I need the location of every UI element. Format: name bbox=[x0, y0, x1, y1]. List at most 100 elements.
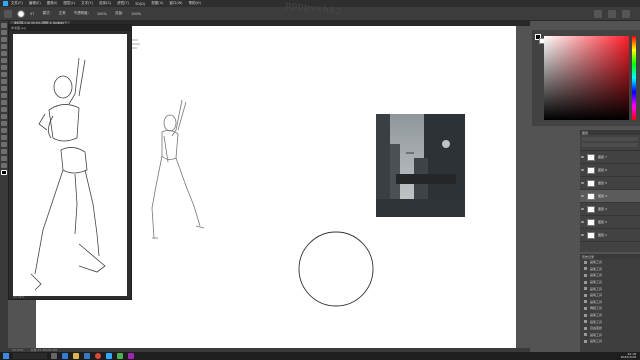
eye-icon[interactable] bbox=[581, 234, 584, 236]
ellipse-shape bbox=[298, 231, 374, 307]
layer-row[interactable]: 图层 1 bbox=[580, 229, 640, 242]
menu-edit[interactable]: 编辑(E) bbox=[29, 1, 41, 6]
history-item[interactable]: 自由变换 bbox=[580, 325, 640, 332]
eyedropper-tool-icon[interactable] bbox=[1, 58, 7, 63]
brush-tool-icon[interactable] bbox=[4, 9, 12, 18]
app-icon[interactable] bbox=[128, 353, 134, 359]
layer-name: 图层 7 bbox=[598, 155, 607, 159]
windows-start-icon[interactable] bbox=[3, 353, 9, 359]
brush-icon bbox=[584, 320, 587, 324]
layer-row[interactable]: 图层 2 bbox=[580, 216, 640, 229]
workspace-icon[interactable] bbox=[608, 10, 616, 18]
store-icon[interactable] bbox=[84, 353, 90, 359]
scribble-marks bbox=[132, 39, 140, 49]
path-select-tool-icon[interactable] bbox=[1, 135, 7, 140]
flow-value[interactable]: 100% bbox=[131, 12, 141, 16]
gradient-tool-icon[interactable] bbox=[1, 100, 7, 105]
lasso-tool-icon[interactable] bbox=[1, 37, 7, 42]
search-icon[interactable] bbox=[594, 10, 602, 18]
eye-icon[interactable] bbox=[581, 156, 584, 158]
shape-tool-icon[interactable] bbox=[1, 142, 7, 147]
reference-sketch bbox=[13, 34, 127, 296]
type-tool-icon[interactable] bbox=[1, 128, 7, 133]
layer-row[interactable]: 图层 5 bbox=[580, 177, 640, 190]
color-field[interactable] bbox=[544, 36, 629, 120]
history-item[interactable]: 画笔工具 bbox=[580, 259, 640, 266]
menu-filter[interactable]: 滤镜(T) bbox=[117, 1, 129, 6]
folder-icon[interactable] bbox=[73, 353, 79, 359]
history-item-label: 画笔工具 bbox=[590, 273, 603, 278]
hand-tool-icon[interactable] bbox=[1, 149, 7, 154]
history-item[interactable]: 椭圆工具 bbox=[580, 305, 640, 312]
color-swatch-icon[interactable] bbox=[1, 170, 7, 175]
history-item[interactable]: 画笔工具 bbox=[580, 292, 640, 299]
menu-view[interactable]: 视图(V) bbox=[151, 1, 163, 6]
taskbar-clock[interactable]: 20:18 2020/3/28 bbox=[621, 353, 636, 359]
layer-row[interactable]: 图层 3 bbox=[580, 203, 640, 216]
layer-filter-row[interactable] bbox=[582, 137, 638, 141]
figure-sketch-large bbox=[30, 57, 106, 291]
mode-select[interactable]: 正常 bbox=[59, 11, 66, 16]
move-tool-icon[interactable] bbox=[1, 23, 7, 28]
history-brush-tool-icon[interactable] bbox=[1, 86, 7, 91]
ellipse-icon bbox=[584, 306, 587, 310]
history-item[interactable]: 画笔工具 bbox=[580, 279, 640, 286]
history-item[interactable]: 画笔工具 bbox=[580, 332, 640, 339]
layer-row[interactable]: 图层 7 bbox=[580, 151, 640, 164]
eye-icon[interactable] bbox=[581, 195, 584, 197]
menu-file[interactable]: 文件(F) bbox=[11, 1, 23, 6]
taskbar-search[interactable] bbox=[13, 353, 47, 359]
menu-window[interactable]: 窗口(W) bbox=[169, 1, 182, 6]
task-view-icon[interactable] bbox=[51, 353, 57, 359]
history-item[interactable]: 画笔工具 bbox=[580, 266, 640, 273]
layer-row[interactable]: 图层 6 bbox=[580, 164, 640, 177]
eye-icon[interactable] bbox=[581, 221, 584, 223]
eye-icon[interactable] bbox=[581, 182, 584, 184]
pen-tool-icon[interactable] bbox=[1, 121, 7, 126]
brush-icon bbox=[584, 267, 587, 271]
eraser-tool-icon[interactable] bbox=[1, 93, 7, 98]
figure-sketch-small bbox=[151, 99, 205, 239]
crop-tool-icon[interactable] bbox=[1, 51, 7, 56]
history-item[interactable]: 画笔工具 bbox=[580, 318, 640, 325]
stamp-tool-icon[interactable] bbox=[1, 79, 7, 84]
eye-icon[interactable] bbox=[581, 169, 584, 171]
brush-tool-icon[interactable] bbox=[1, 72, 7, 77]
history-item[interactable]: 画笔工具 bbox=[580, 312, 640, 319]
blend-mode-row[interactable] bbox=[582, 143, 638, 147]
share-icon[interactable] bbox=[622, 10, 630, 18]
reference-window-title[interactable]: 参考图.jpg bbox=[9, 25, 131, 31]
photoshop-taskbar-icon[interactable] bbox=[106, 353, 112, 359]
menu-3d[interactable]: 3D(D) bbox=[135, 2, 145, 6]
zoom-tool-icon[interactable] bbox=[1, 156, 7, 161]
browser-icon[interactable] bbox=[62, 353, 68, 359]
menu-help[interactable]: 帮助(H) bbox=[189, 1, 201, 6]
blur-tool-icon[interactable] bbox=[1, 107, 7, 112]
reference-image-thumbnail[interactable] bbox=[376, 114, 465, 217]
quick-select-tool-icon[interactable] bbox=[1, 44, 7, 49]
opacity-label: 不透明度: bbox=[73, 11, 89, 15]
dodge-tool-icon[interactable] bbox=[1, 114, 7, 119]
healing-tool-icon[interactable] bbox=[1, 65, 7, 70]
history-item[interactable]: 画笔工具 bbox=[580, 285, 640, 292]
layers-panel-title[interactable]: 图层 bbox=[580, 130, 640, 135]
opacity-value[interactable]: 100% bbox=[97, 12, 107, 16]
history-item[interactable]: 画笔工具 bbox=[580, 299, 640, 306]
brush-preset-picker[interactable] bbox=[17, 9, 25, 18]
menu-layer[interactable]: 图层(L) bbox=[63, 1, 75, 6]
more-tools-icon[interactable] bbox=[1, 163, 7, 168]
brush-icon bbox=[584, 339, 587, 343]
marquee-tool-icon[interactable] bbox=[1, 30, 7, 35]
history-item[interactable]: 画笔工具 bbox=[580, 272, 640, 279]
app-icon[interactable] bbox=[117, 353, 123, 359]
menu-select[interactable]: 选择(S) bbox=[99, 1, 111, 6]
clock-date: 2020/3/28 bbox=[620, 355, 636, 359]
menu-type[interactable]: 文字(Y) bbox=[81, 1, 93, 6]
reference-image-window[interactable]: 参考图.jpg 33.33% bbox=[8, 24, 132, 300]
layer-row-active[interactable]: 图层 4 bbox=[580, 190, 640, 203]
eye-icon[interactable] bbox=[581, 208, 584, 210]
hue-slider[interactable] bbox=[632, 36, 636, 120]
chrome-icon[interactable] bbox=[95, 353, 101, 359]
history-item[interactable]: 画笔工具 bbox=[580, 338, 640, 345]
menu-image[interactable]: 图像(I) bbox=[47, 1, 58, 6]
